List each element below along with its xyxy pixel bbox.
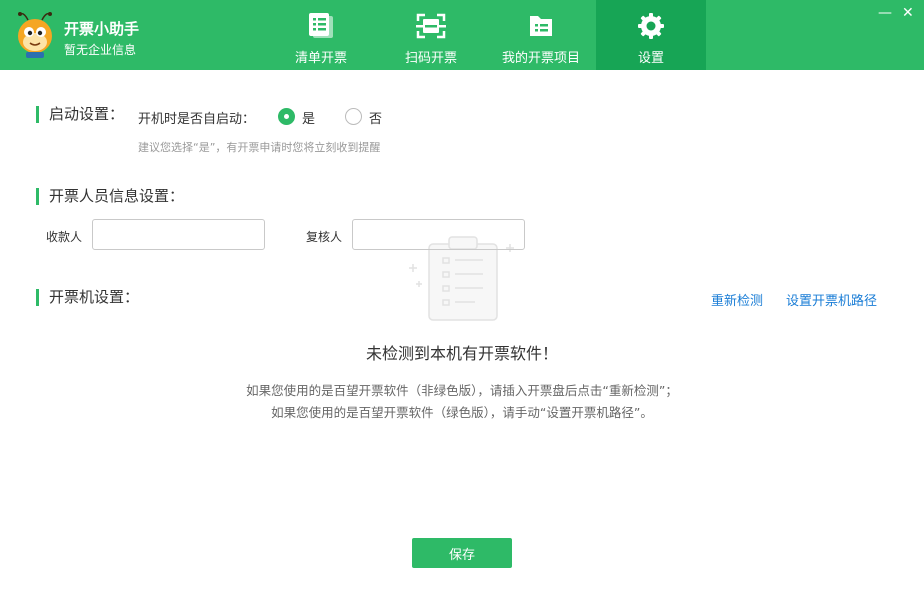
payee-label: 收款人 bbox=[46, 230, 83, 244]
machine-section-title: 开票机设置： bbox=[36, 289, 139, 306]
app-header: 开票小助手 暂无企业信息 清单开票 扫码开票 我的开票项目 设置 — ✕ bbox=[0, 0, 924, 70]
reviewer-input[interactable] bbox=[352, 219, 525, 250]
ant-mascot-logo bbox=[18, 12, 52, 58]
no-software-hint-1: 如果您使用的是百望开票软件（非绿色版），请插入开票盘后点击“重新检测”； bbox=[246, 383, 678, 398]
startup-section-title: 启动设置： bbox=[36, 106, 124, 123]
tab-label: 设置 bbox=[637, 51, 664, 66]
redetect-link[interactable]: 重新检测 bbox=[711, 290, 763, 309]
autostart-question: 开机时是否自启动： bbox=[138, 112, 256, 127]
no-software-hint-2: 如果您使用的是百望开票软件（绿色版），请手动“设置开票机路径”。 bbox=[271, 405, 653, 420]
autostart-no-radio[interactable] bbox=[345, 108, 362, 125]
autostart-hint: 建议您选择“是”，有开票申请时您将立刻收到提醒 bbox=[138, 141, 381, 154]
save-button[interactable]: 保存 bbox=[412, 538, 512, 568]
tab-label: 扫码开票 bbox=[404, 51, 457, 66]
tab-label: 清单开票 bbox=[294, 51, 347, 66]
gear-icon bbox=[637, 13, 665, 39]
tab-label: 我的开票项目 bbox=[501, 51, 580, 66]
staff-section-title: 开票人员信息设置： bbox=[36, 188, 184, 205]
tab-scan-invoice[interactable]: 扫码开票 bbox=[380, 0, 482, 70]
set-machine-path-link[interactable]: 设置开票机路径 bbox=[786, 290, 877, 309]
folder-icon bbox=[527, 13, 555, 39]
company-info: 暂无企业信息 bbox=[64, 43, 137, 57]
autostart-yes-label[interactable]: 是 bbox=[302, 108, 315, 127]
payee-input[interactable] bbox=[92, 219, 265, 250]
scan-icon bbox=[416, 13, 446, 39]
tab-list-invoice[interactable]: 清单开票 bbox=[270, 0, 372, 70]
autostart-no-label[interactable]: 否 bbox=[369, 108, 382, 127]
app-title: 开票小助手 bbox=[64, 20, 140, 38]
minimize-button[interactable]: — bbox=[878, 6, 892, 20]
autostart-yes-radio[interactable] bbox=[278, 108, 295, 125]
tab-settings[interactable]: 设置 bbox=[596, 0, 706, 70]
close-button[interactable]: ✕ bbox=[902, 6, 914, 20]
no-software-message: 未检测到本机有开票软件！ bbox=[365, 344, 558, 363]
list-invoice-icon bbox=[307, 13, 335, 39]
tab-my-items[interactable]: 我的开票项目 bbox=[490, 0, 592, 70]
reviewer-label: 复核人 bbox=[306, 230, 343, 244]
